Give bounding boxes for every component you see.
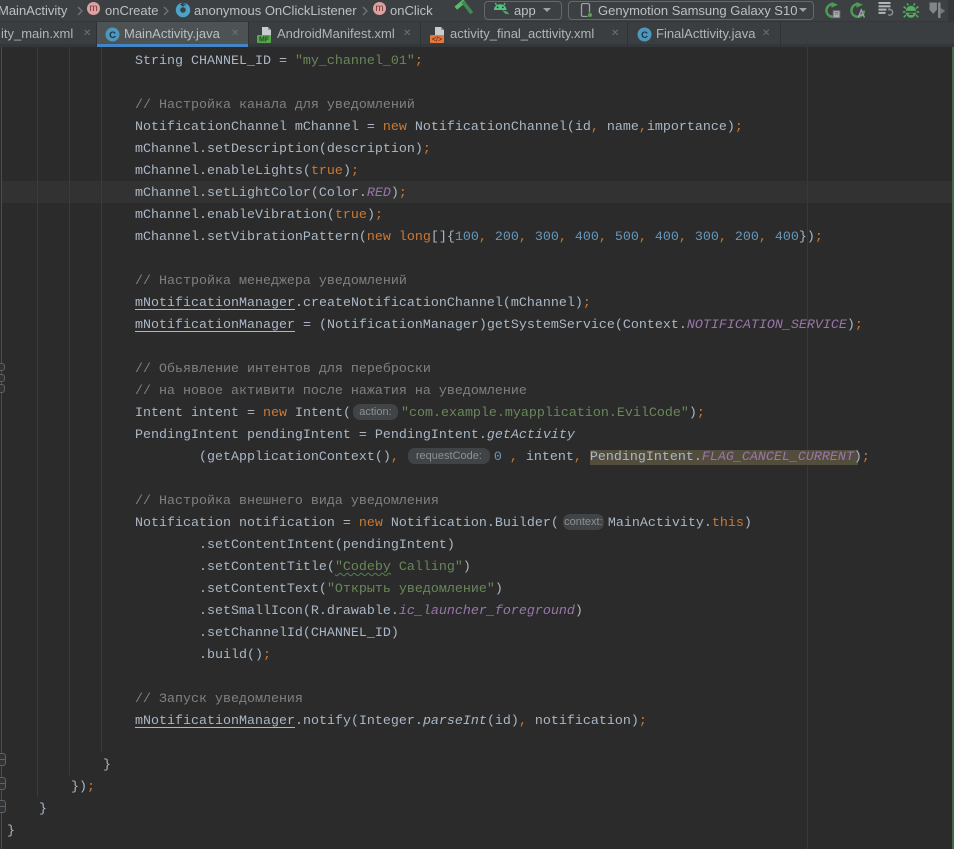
svg-text:</>: </> [432,37,442,44]
svg-text:C: C [109,30,116,41]
svg-text:C: C [641,30,648,41]
svg-text:MF: MF [259,37,270,44]
